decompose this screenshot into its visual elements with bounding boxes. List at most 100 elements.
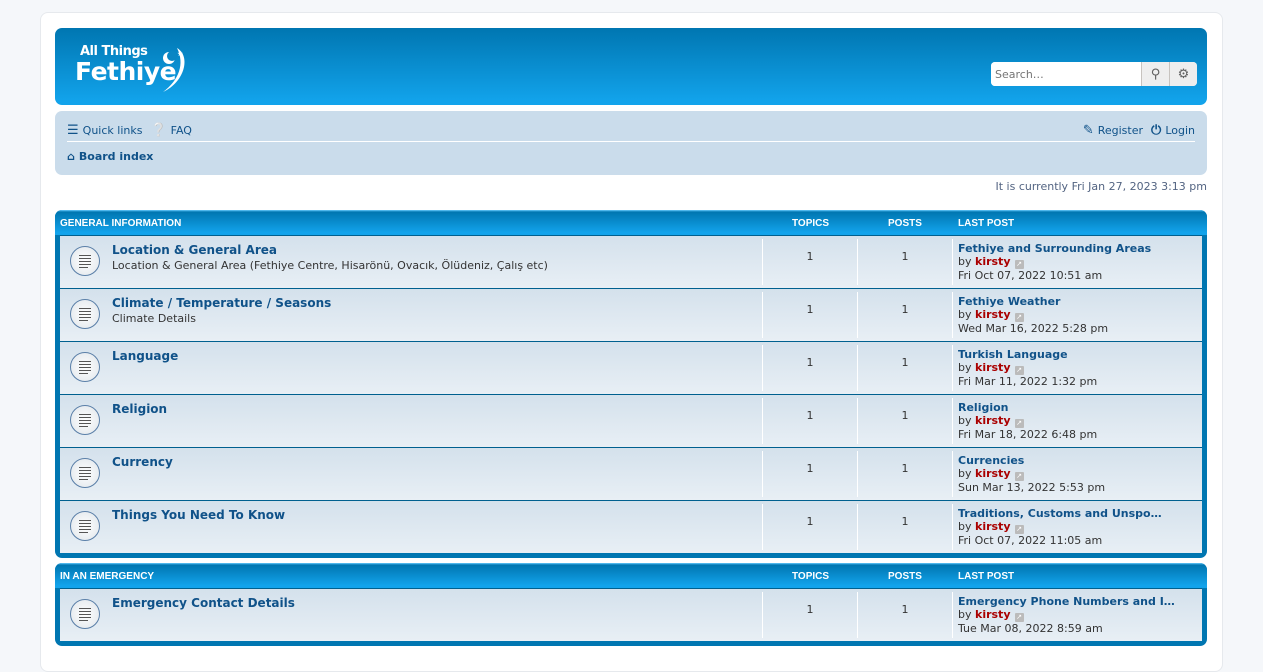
forum-description: Climate Details xyxy=(112,312,196,325)
last-post-header: Last post xyxy=(958,218,1015,229)
navbar: ☰ Quick links ❔ FAQ ✎ Register ⏻ Login ⌂ Boar… xyxy=(55,111,1207,175)
username-link[interactable]: kirsty xyxy=(975,255,1011,268)
view-latest-post-icon[interactable]: ↗ xyxy=(1014,525,1024,534)
forum-read-icon xyxy=(70,405,100,435)
forum-title-link[interactable]: Location & General Area xyxy=(112,243,277,257)
last-post: Emergency Phone Numbers and I… by kirsty… xyxy=(958,595,1175,635)
last-post: Turkish Language by kirsty ↗ Fri Mar 11, … xyxy=(958,348,1097,388)
category-title[interactable]: In an Emergency xyxy=(60,571,154,582)
posts-count: 1 xyxy=(901,462,909,475)
forum-title-link[interactable]: Currency xyxy=(112,455,173,469)
topics-count: 1 xyxy=(806,462,814,475)
topics-count: 1 xyxy=(806,303,814,316)
last-post: Fethiye and Surrounding Areas by kirsty ↗… xyxy=(958,242,1151,282)
posts-count: 1 xyxy=(901,515,909,528)
forum-row: Things You Need To Know 1 1 Traditions, … xyxy=(60,500,1202,553)
username-link[interactable]: kirsty xyxy=(975,467,1011,480)
topics-header: Topics xyxy=(792,571,830,582)
forum-read-icon xyxy=(70,599,100,629)
posts-header: Posts xyxy=(888,218,922,229)
view-latest-post-icon[interactable]: ↗ xyxy=(1014,366,1024,375)
last-post-title-link[interactable]: Fethiye and Surrounding Areas xyxy=(958,242,1151,255)
topics-header: Topics xyxy=(792,218,830,229)
last-post-date: Fri Mar 11, 2022 1:32 pm xyxy=(958,375,1098,388)
username-link[interactable]: kirsty xyxy=(975,308,1011,321)
last-post-title-link[interactable]: Turkish Language xyxy=(958,348,1097,361)
username-link[interactable]: kirsty xyxy=(975,520,1011,533)
board-index-link[interactable]: Board index xyxy=(79,150,154,163)
topics-count: 1 xyxy=(806,409,814,422)
hamburger-icon: ☰ xyxy=(67,123,79,138)
forum-title-link[interactable]: Things You Need To Know xyxy=(112,508,285,522)
current-time: It is currently Fri Jan 27, 2023 3:13 pm xyxy=(995,180,1207,193)
category-header: General Information Topics Posts Last po… xyxy=(55,210,1207,235)
forum-description: Location & General Area (Fethiye Centre,… xyxy=(112,259,548,272)
last-post-title-link[interactable]: Traditions, Customs and Unspo… xyxy=(958,507,1162,520)
forum-read-icon xyxy=(70,352,100,382)
last-post-header: Last post xyxy=(958,571,1015,582)
posts-count: 1 xyxy=(901,603,909,616)
search-button[interactable]: ⚲ xyxy=(1141,62,1169,86)
by-label: by xyxy=(958,414,972,427)
last-post: Fethiye Weather by kirsty ↗ Wed Mar 16, 2… xyxy=(958,295,1108,335)
quick-links-menu[interactable]: ☰ Quick links xyxy=(67,123,142,138)
forum-row: Emergency Contact Details 1 1 Emergency … xyxy=(60,588,1202,641)
forum-row: Location & General Area Location & Gener… xyxy=(60,235,1202,288)
last-post: Religion by kirsty ↗ Fri Mar 18, 2022 6:4… xyxy=(958,401,1097,441)
quick-links-label: Quick links xyxy=(82,124,143,137)
category-header: In an Emergency Topics Posts Last post xyxy=(55,563,1207,588)
last-post-date: Wed Mar 16, 2022 5:28 pm xyxy=(958,322,1109,335)
last-post-title-link[interactable]: Emergency Phone Numbers and I… xyxy=(958,595,1175,608)
topics-count: 1 xyxy=(806,515,814,528)
view-latest-post-icon[interactable]: ↗ xyxy=(1014,419,1024,428)
edit-icon: ✎ xyxy=(1082,123,1094,138)
forum-read-icon xyxy=(70,458,100,488)
by-label: by xyxy=(958,361,972,374)
by-label: by xyxy=(958,467,972,480)
by-label: by xyxy=(958,308,972,321)
view-latest-post-icon[interactable]: ↗ xyxy=(1014,613,1024,622)
username-link[interactable]: kirsty xyxy=(975,414,1011,427)
posts-count: 1 xyxy=(901,303,909,316)
site-header: All Things Fethiye ★ ⚲ ⚙ xyxy=(55,28,1207,105)
svg-text:★: ★ xyxy=(177,50,183,58)
view-latest-post-icon[interactable]: ↗ xyxy=(1014,313,1024,322)
crescent-star-icon: ★ xyxy=(163,48,185,92)
view-latest-post-icon[interactable]: ↗ xyxy=(1014,472,1024,481)
last-post-date: Fri Oct 07, 2022 10:51 am xyxy=(958,269,1103,282)
home-icon: ⌂ xyxy=(67,150,75,163)
faq-label: FAQ xyxy=(170,124,192,137)
last-post-title-link[interactable]: Religion xyxy=(958,401,1097,414)
forum-title-link[interactable]: Climate / Temperature / Seasons xyxy=(112,296,331,310)
last-post: Currencies by kirsty ↗ Sun Mar 13, 2022 5… xyxy=(958,454,1105,494)
forum-row: Religion 1 1 Religion by kirsty ↗ Fri Mar… xyxy=(60,394,1202,447)
view-latest-post-icon[interactable]: ↗ xyxy=(1014,260,1024,269)
advanced-search-button[interactable]: ⚙ xyxy=(1169,62,1197,86)
gear-icon: ⚙ xyxy=(1177,66,1190,82)
posts-count: 1 xyxy=(901,250,909,263)
forum-row: Climate / Temperature / Seasons Climate … xyxy=(60,288,1202,341)
forum-title-link[interactable]: Emergency Contact Details xyxy=(112,596,295,610)
topics-count: 1 xyxy=(806,356,814,369)
register-link[interactable]: ✎ Register xyxy=(1083,123,1143,138)
last-post-date: Fri Mar 18, 2022 6:48 pm xyxy=(958,428,1098,441)
forum-read-icon xyxy=(70,299,100,329)
forum-title-link[interactable]: Language xyxy=(112,349,178,363)
posts-header: Posts xyxy=(888,571,922,582)
category-block: In an Emergency Topics Posts Last post E… xyxy=(55,563,1207,646)
last-post-date: Tue Mar 08, 2022 8:59 am xyxy=(958,622,1103,635)
last-post-date: Fri Oct 07, 2022 11:05 am xyxy=(958,534,1103,547)
breadcrumb[interactable]: ⌂ Board index xyxy=(67,150,153,163)
topics-count: 1 xyxy=(806,603,814,616)
category-title[interactable]: General Information xyxy=(60,218,181,229)
faq-link[interactable]: ❔ FAQ xyxy=(150,123,192,138)
forum-title-link[interactable]: Religion xyxy=(112,402,167,416)
last-post-title-link[interactable]: Fethiye Weather xyxy=(958,295,1108,308)
forum-read-icon xyxy=(70,511,100,541)
last-post-title-link[interactable]: Currencies xyxy=(958,454,1105,467)
login-link[interactable]: ⏻ Login xyxy=(1151,123,1195,138)
username-link[interactable]: kirsty xyxy=(975,361,1011,374)
search-input[interactable] xyxy=(991,62,1141,86)
register-label: Register xyxy=(1097,124,1144,137)
username-link[interactable]: kirsty xyxy=(975,608,1011,621)
